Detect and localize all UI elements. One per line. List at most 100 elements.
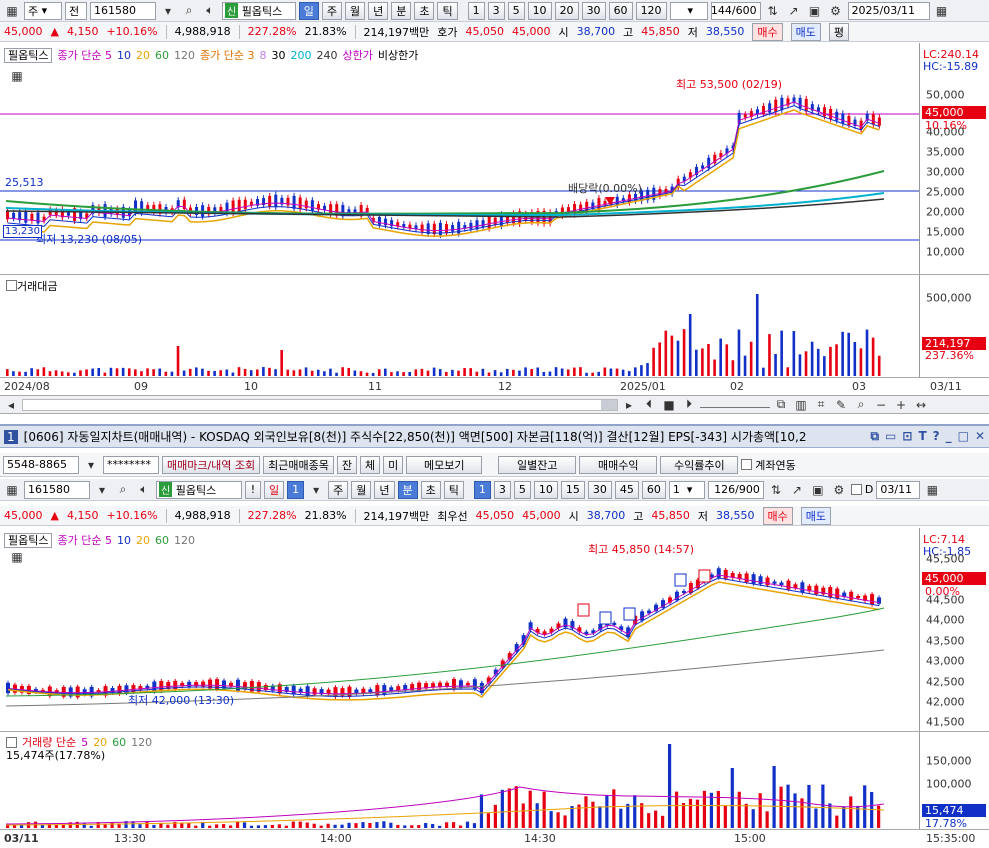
zoom-slider[interactable] <box>700 402 770 408</box>
sell-button[interactable]: 매도 <box>800 506 832 525</box>
period-minute[interactable]: 분 <box>397 480 418 499</box>
legend-ma60[interactable]: 60 <box>155 534 169 547</box>
maximize-icon[interactable]: □ <box>958 429 969 444</box>
num-30[interactable]: 30 <box>587 480 612 499</box>
count-input[interactable]: 144/600 <box>710 1 761 20</box>
dropdown-icon[interactable]: ▾ <box>159 2 177 20</box>
grid-icon[interactable]: ▦ <box>3 481 21 499</box>
table-icon[interactable]: ▦ <box>8 67 26 85</box>
legend-ma240[interactable]: 240 <box>316 49 337 62</box>
minimize-icon[interactable]: _ <box>946 429 952 444</box>
period-month[interactable]: 월 <box>351 480 372 499</box>
minimize-panel-icon[interactable]: ▭ <box>885 429 896 444</box>
num-120[interactable]: 120 <box>635 1 667 20</box>
zoom-out-icon[interactable]: − <box>872 396 890 414</box>
unfilled-button[interactable]: 미 <box>383 455 404 474</box>
account-link-checkbox[interactable] <box>741 459 753 470</box>
speaker-icon[interactable]: 🔈︎ <box>201 2 219 20</box>
lower-code-input[interactable]: 161580 <box>24 480 90 499</box>
period-second[interactable]: 초 <box>414 1 435 20</box>
legend-ma8[interactable]: 8 <box>259 49 266 62</box>
num-5[interactable]: 5 <box>507 1 525 20</box>
custom-period-select[interactable]: 1 ▾ <box>668 480 705 499</box>
num-20[interactable]: 20 <box>554 1 579 20</box>
account-input[interactable]: 5548-8865 <box>3 455 79 474</box>
legend-vol-ma120[interactable]: 120 <box>131 736 152 749</box>
stock-name-field[interactable]: 신 필옵틱스 <box>222 1 296 20</box>
scrollbar-track[interactable] <box>22 398 618 411</box>
speaker-icon[interactable]: 🔈︎ <box>135 481 153 499</box>
legend-ma10[interactable]: 10 <box>117 534 131 547</box>
lower-count-input[interactable]: 126/900 <box>707 480 764 499</box>
save-icon[interactable]: ▣ <box>809 481 827 499</box>
eval-button[interactable]: 평 <box>828 22 850 41</box>
legend-ma30[interactable]: 30 <box>271 49 285 62</box>
legend-ma5[interactable]: 종가 단순 5 <box>57 47 111 63</box>
legend-vol-ma60[interactable]: 60 <box>112 736 126 749</box>
close-icon[interactable]: ✕ <box>975 429 985 444</box>
trade-mark-button[interactable]: 매매마크/내역 조회 <box>162 455 261 474</box>
legend-ma20[interactable]: 20 <box>136 49 150 62</box>
date-input[interactable]: 2025/03/11 <box>847 1 930 20</box>
scroll-left-icon[interactable]: ◂ <box>2 396 20 414</box>
expand-icon[interactable]: ↔ <box>912 396 930 414</box>
font-icon[interactable]: T <box>918 429 926 444</box>
period-week[interactable]: 주 <box>321 1 342 20</box>
trade-profit-button[interactable]: 매매수익 <box>579 455 658 474</box>
daily-volume-chart[interactable] <box>0 275 919 378</box>
legend-ma200[interactable]: 200 <box>290 49 311 62</box>
profit-trend-button[interactable]: 수익률추이 <box>660 455 739 474</box>
num-3[interactable]: 3 <box>493 480 511 499</box>
account-dropdown-icon[interactable]: ▾ <box>82 456 100 474</box>
period-num[interactable]: 1 <box>287 480 305 499</box>
d-checkbox[interactable] <box>850 484 862 495</box>
chart-type-icon[interactable]: ⇅ <box>764 2 782 20</box>
magnify-icon[interactable]: ⌕ <box>852 396 870 414</box>
play-back-icon[interactable]: ⏴ <box>640 396 658 414</box>
dropdown-icon[interactable]: ▾ <box>307 481 325 499</box>
period-day[interactable]: 일 <box>298 1 319 20</box>
market-select[interactable]: 주 ▾ <box>24 1 62 20</box>
lower-date-input[interactable]: 03/11 <box>876 480 921 499</box>
period-day[interactable]: 일 <box>264 480 285 499</box>
legend-upper-limit[interactable]: 상한가 <box>342 47 372 63</box>
period-minute[interactable]: 분 <box>391 1 412 20</box>
period-year[interactable]: 년 <box>374 480 395 499</box>
legend-stock[interactable]: 필옵틱스 <box>4 47 53 63</box>
num-3[interactable]: 3 <box>487 1 505 20</box>
code-input[interactable]: 161580 <box>90 1 156 20</box>
calendar-icon[interactable]: ▦ <box>923 481 941 499</box>
tools-icon[interactable]: ⌗ <box>812 396 830 414</box>
link-icon[interactable]: ⧉ <box>870 429 879 444</box>
gear-icon[interactable]: ⚙ <box>827 2 845 20</box>
memo-button[interactable]: 메모보기 <box>406 455 483 474</box>
legend-ma10[interactable]: 10 <box>117 49 131 62</box>
password-input[interactable]: ******** <box>103 455 159 474</box>
search-icon[interactable]: ⌕ <box>114 481 132 499</box>
search-icon[interactable]: ⌕ <box>180 2 198 20</box>
legend-ma20[interactable]: 20 <box>136 534 150 547</box>
num-10[interactable]: 10 <box>533 480 558 499</box>
prefix-select[interactable]: 전 <box>65 1 87 20</box>
table-icon[interactable]: ▦ <box>8 548 26 566</box>
num-60[interactable]: 60 <box>641 480 666 499</box>
legend-stock[interactable]: 필옵틱스 <box>4 532 53 548</box>
buy-button[interactable]: 매수 <box>752 22 783 41</box>
num-60[interactable]: 60 <box>608 1 633 20</box>
alert-button[interactable]: ! <box>245 480 261 499</box>
legend-ma5[interactable]: 종가 단순 5 <box>57 532 111 548</box>
draw-icon[interactable]: ✎ <box>832 396 850 414</box>
balance-button[interactable]: 잔 <box>336 455 358 474</box>
gear-icon[interactable]: ⚙ <box>830 481 848 499</box>
period-tick[interactable]: 틱 <box>437 1 458 20</box>
legend-ma60[interactable]: 60 <box>155 49 169 62</box>
play-forward-icon[interactable]: ⏵ <box>680 396 698 414</box>
dropdown-icon[interactable]: ▾ <box>93 481 111 499</box>
legend-ma3[interactable]: 종가 단순 3 <box>200 47 254 63</box>
volume-checkbox[interactable] <box>6 280 17 291</box>
scroll-right-icon[interactable]: ▸ <box>620 396 638 414</box>
period-year[interactable]: 년 <box>368 1 389 20</box>
zoom-in-icon[interactable]: + <box>892 396 910 414</box>
num-15[interactable]: 15 <box>560 480 585 499</box>
recent-trade-button[interactable]: 최근매매종목 <box>263 455 334 474</box>
